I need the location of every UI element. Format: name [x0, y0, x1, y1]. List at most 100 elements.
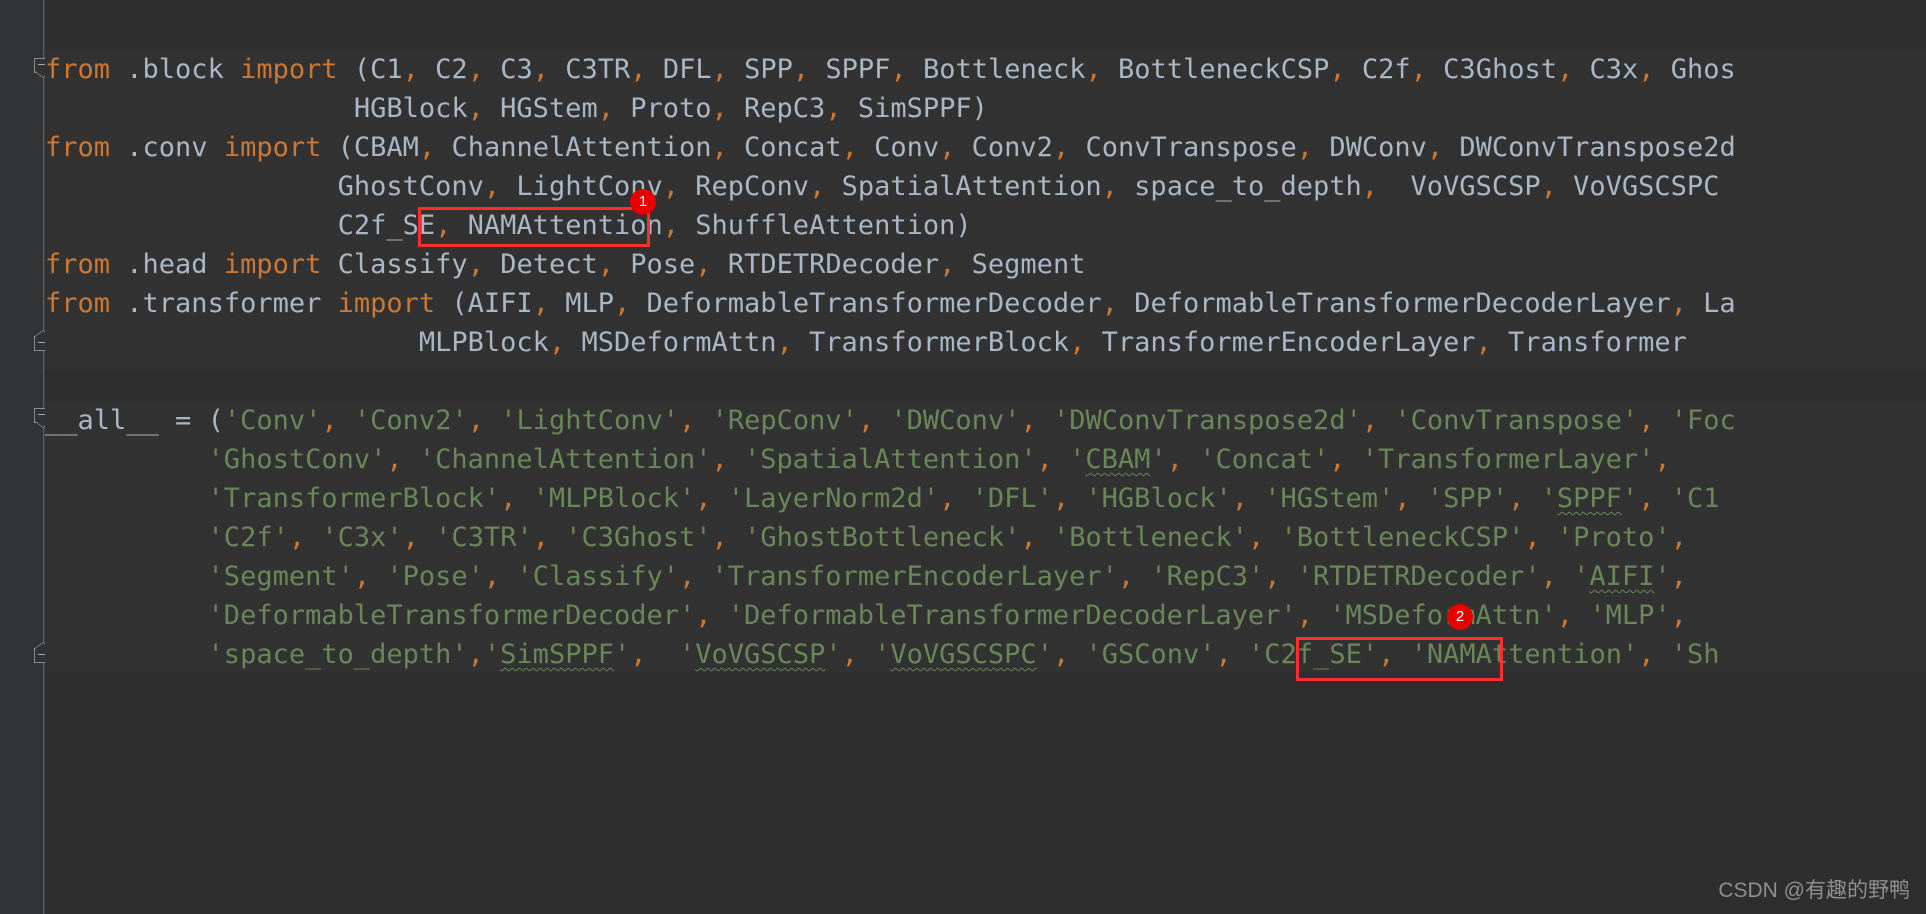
code-token: SPPF	[809, 54, 891, 85]
code-token: ,	[809, 171, 826, 202]
code-token: BottleneckCSP	[1101, 54, 1330, 85]
code-token: DFL	[646, 54, 712, 85]
code-token: ,	[1556, 600, 1574, 631]
code-line: __all__ = ('Conv', 'Conv2', 'LightConv',…	[45, 401, 1736, 440]
code-token: ,	[467, 54, 484, 85]
code-token: '	[1052, 444, 1086, 475]
code-token: 'ConvTranspose'	[1378, 405, 1639, 436]
code-token: (	[207, 405, 224, 436]
code-token: C3	[483, 54, 533, 85]
code-token: ,	[1215, 639, 1232, 670]
code-token: 'TransformerEncoderLayer'	[695, 561, 1118, 592]
code-token: import	[223, 249, 322, 280]
code-token: ,	[1426, 132, 1444, 163]
code-token: ,	[776, 327, 793, 358]
code-token: Concat	[727, 132, 842, 163]
code-token: ,	[1101, 171, 1118, 202]
code-token: ,	[1670, 288, 1687, 319]
code-token: ,	[711, 132, 728, 163]
code-token: 'C1	[1654, 483, 1720, 514]
code-token: Detect	[483, 249, 598, 280]
code-token: from	[45, 288, 111, 319]
code-token: 'Proto'	[1540, 522, 1671, 553]
code-text-area[interactable]: from .block import (C1, C2, C3, C3TR, DF…	[45, 0, 1926, 914]
code-token: ,	[467, 249, 484, 280]
code-token: 'Foc	[1654, 405, 1736, 436]
code-token: ,	[630, 639, 647, 670]
code-token: 'Sh	[1654, 639, 1720, 670]
code-token: ,	[1540, 171, 1557, 202]
code-token: ,	[1296, 132, 1314, 163]
code-token: ,	[1410, 54, 1427, 85]
code-token: ,	[1020, 405, 1037, 436]
code-token: VoVGSCSPC	[890, 639, 1037, 670]
code-token: import	[337, 288, 436, 319]
code-token: ,	[614, 288, 631, 319]
code-token: ,	[548, 327, 566, 358]
code-token: ,	[939, 132, 956, 163]
code-token: 'C2f_SE'	[1231, 639, 1379, 670]
code-token: ,	[1248, 522, 1265, 553]
code-token: 'DeformableTransformerDecoder'	[45, 600, 696, 631]
code-token: Bottleneck	[906, 54, 1086, 85]
code-token: 'Classify'	[500, 561, 679, 592]
code-token: ChannelAttention	[435, 132, 712, 163]
code-token: 'RepConv'	[695, 405, 858, 436]
code-token: ,	[386, 444, 403, 475]
code-token: 'GSConv'	[1069, 639, 1216, 670]
code-token: Pose	[614, 249, 696, 280]
code-token: 'ChannelAttention'	[402, 444, 712, 475]
code-line: MLPBlock, MSDeformAttn, TransformerBlock…	[45, 323, 1687, 362]
code-token: DeformableTransformerDecoder	[630, 288, 1102, 319]
code-token: ,	[630, 54, 647, 85]
code-token: SPPF	[1556, 483, 1622, 514]
code-token: 'Pose'	[370, 561, 484, 592]
code-token: .transformer	[110, 288, 338, 319]
code-token: MSDeformAttn	[565, 327, 777, 358]
code-token: from	[45, 54, 111, 85]
code-token: ,	[1638, 483, 1655, 514]
code-token: Conv	[857, 132, 940, 163]
code-token: '	[1654, 561, 1671, 592]
code-token: 'C3TR'	[418, 522, 533, 553]
editor-gutter	[0, 0, 45, 914]
code-token: 'DFL'	[955, 483, 1053, 514]
code-token: RTDETRDecoder	[711, 249, 940, 280]
code-token: ,	[597, 249, 615, 280]
code-token: ,	[1670, 561, 1687, 592]
code-token: ,	[679, 561, 696, 592]
code-token: '	[483, 639, 501, 670]
code-token: =	[158, 405, 208, 436]
code-token: 'MLPBlock'	[516, 483, 696, 514]
code-token: ,	[1166, 444, 1183, 475]
code-token: ,	[1296, 600, 1313, 631]
code-token: ,	[467, 93, 484, 124]
code-line: HGBlock, HGStem, Proto, RepC3, SimSPPF)	[45, 89, 988, 128]
code-token: ,	[1654, 444, 1671, 475]
code-token: ,	[467, 639, 484, 670]
code-token: ,	[1231, 483, 1248, 514]
code-token: ,	[1638, 639, 1655, 670]
code-token: (C1	[337, 54, 403, 85]
code-token: SimSPPF	[500, 639, 614, 670]
code-token: ,	[841, 639, 858, 670]
code-token: ,	[1508, 483, 1525, 514]
code-token: ,	[890, 54, 907, 85]
code-token: 'GhostConv'	[45, 444, 387, 475]
code-token: DWConvTranspose2d	[1443, 132, 1736, 163]
code-token: 'HGBlock'	[1069, 483, 1232, 514]
code-token: '	[1556, 561, 1590, 592]
code-token: ,	[402, 522, 419, 553]
code-token: ,	[679, 405, 696, 436]
code-token: ,	[483, 171, 501, 202]
code-token: DWConv	[1313, 132, 1427, 163]
code-token: Transformer	[1491, 327, 1687, 358]
code-token: ,	[483, 561, 501, 592]
code-token: ,	[1036, 444, 1053, 475]
code-token: ,	[841, 132, 858, 163]
code-token: 'Conv2'	[337, 405, 468, 436]
code-token: space_to_depth	[1117, 171, 1362, 202]
code-token: 'DWConvTranspose2d'	[1036, 405, 1362, 436]
code-token: 'Concat'	[1182, 444, 1330, 475]
code-token: ,	[711, 444, 728, 475]
